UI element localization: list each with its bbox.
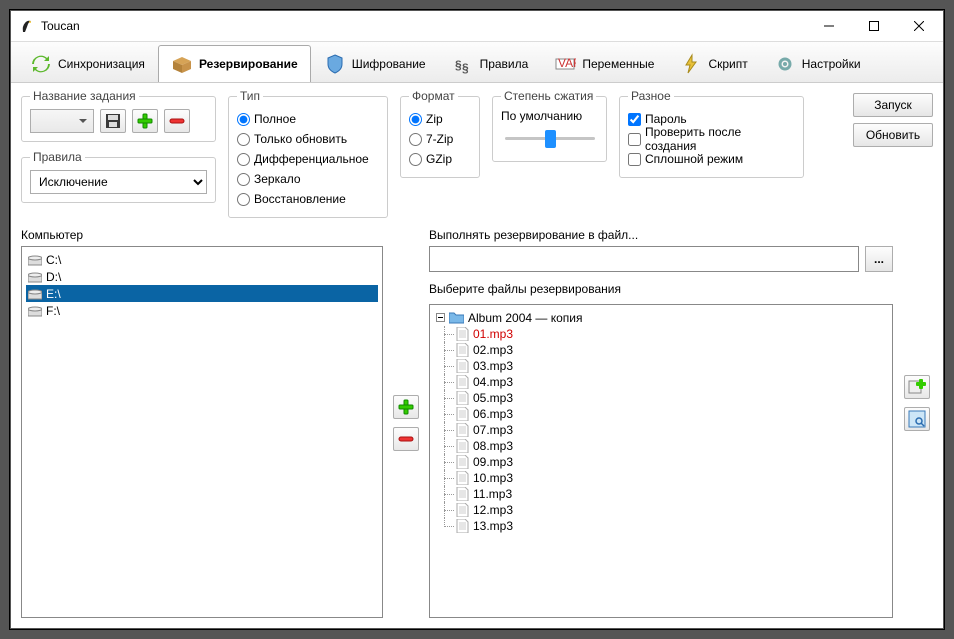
svg-text:§: § [455,58,462,72]
file-item[interactable]: 12.mp3 [436,502,886,518]
tab-label: Настройки [802,57,861,71]
file-item[interactable]: 10.mp3 [436,470,886,486]
tab-label: Синхронизация [58,57,145,71]
app-icon [19,18,35,34]
format-option[interactable]: 7-Zip [409,129,471,149]
drive-item[interactable]: E:\ [26,285,378,302]
drive-item[interactable]: C:\ [26,251,378,268]
rules-legend: Правила [30,150,85,164]
format-option[interactable]: GZip [409,149,471,169]
computer-label: Компьютер [21,228,383,242]
variable-icon: VAR: [554,53,576,75]
rules-group: Правила Исключение [21,150,216,203]
file-item[interactable]: 06.mp3 [436,406,886,422]
jobname-group: Название задания [21,89,216,142]
select-files-label: Выберите файлы резервирования [429,282,893,296]
remove-location-button[interactable] [393,427,419,451]
file-item[interactable]: 04.mp3 [436,374,886,390]
options-row: Название задания Правила Исключение Тип … [21,89,933,218]
collapse-icon[interactable] [436,313,445,322]
maximize-button[interactable] [851,12,896,40]
browse-button[interactable]: ... [865,246,893,272]
tab-label: Переменные [582,57,654,71]
compress-legend: Степень сжатия [501,89,596,103]
file-item[interactable]: 02.mp3 [436,342,886,358]
remove-job-button[interactable] [164,109,190,133]
type-option[interactable]: Дифференциальное [237,149,379,169]
app-window: Toucan Синхронизация Резервирование Шифр… [10,10,944,629]
box-icon [171,53,193,75]
format-group: Формат Zip 7-Zip GZip [400,89,480,178]
type-option[interactable]: Восстановление [237,189,379,209]
file-item[interactable]: 03.mp3 [436,358,886,374]
tab-backup[interactable]: Резервирование [158,45,311,82]
add-location-button[interactable] [393,395,419,419]
folder-name: Album 2004 — копия [468,311,582,325]
file-item[interactable]: 09.mp3 [436,454,886,470]
tab-rules[interactable]: §§ Правила [439,45,542,82]
type-option[interactable]: Полное [237,109,379,129]
svg-text:VAR:: VAR: [558,56,576,70]
title-bar: Toucan [11,11,943,41]
add-job-button[interactable] [132,109,158,133]
file-item[interactable]: 05.mp3 [436,390,886,406]
jobname-combo[interactable] [30,109,94,133]
content-area: Название задания Правила Исключение Тип … [11,83,943,628]
insert-variable-button[interactable] [904,375,930,399]
paragraph-icon: §§ [452,53,474,75]
compress-group: Степень сжатия По умолчанию [492,89,607,162]
misc-option[interactable]: Проверить после создания [628,129,795,149]
window-title: Toucan [41,19,806,33]
drive-item[interactable]: F:\ [26,302,378,319]
file-item[interactable]: 08.mp3 [436,438,886,454]
tab-label: Резервирование [199,57,298,71]
shield-icon [324,53,346,75]
folder-row: Album 2004 — копия [436,309,886,326]
file-item[interactable]: 11.mp3 [436,486,886,502]
misc-group: Разное Пароль Проверить после создания С… [619,89,804,178]
refresh-button[interactable]: Обновить [853,123,933,147]
main-toolbar: Синхронизация Резервирование Шифрование … [11,41,943,83]
sync-icon [30,53,52,75]
file-item[interactable]: 07.mp3 [436,422,886,438]
compress-value: По умолчанию [501,109,598,123]
misc-legend: Разное [628,89,674,103]
save-job-button[interactable] [100,109,126,133]
rules-select[interactable]: Исключение [30,170,207,194]
tab-variables[interactable]: VAR: Переменные [541,45,667,82]
type-option[interactable]: Зеркало [237,169,379,189]
bolt-icon [680,53,702,75]
tab-label: Шифрование [352,57,426,71]
tab-settings[interactable]: Настройки [761,45,874,82]
drive-tree[interactable]: C:\D:\E:\F:\ [21,246,383,618]
format-legend: Формат [409,89,458,103]
format-option[interactable]: Zip [409,109,471,129]
dest-input[interactable] [429,246,859,272]
tab-label: Правила [480,57,529,71]
dest-label: Выполнять резервирование в файл... [429,228,893,242]
minimize-button[interactable] [806,12,851,40]
file-item[interactable]: 01.mp3 [436,326,886,342]
drive-item[interactable]: D:\ [26,268,378,285]
compress-slider[interactable] [505,137,595,140]
type-option[interactable]: Только обновить [237,129,379,149]
file-item[interactable]: 13.mp3 [436,518,886,534]
folder-icon [449,311,464,324]
tab-secure[interactable]: Шифрование [311,45,439,82]
tab-script[interactable]: Скрипт [667,45,760,82]
tab-label: Скрипт [708,57,747,71]
svg-text:§: § [462,61,469,75]
jobname-legend: Название задания [30,89,139,103]
tab-sync[interactable]: Синхронизация [17,45,158,82]
file-tree[interactable]: Album 2004 — копия 01.mp302.mp303.mp304.… [429,304,893,618]
gear-icon [774,53,796,75]
run-button[interactable]: Запуск [853,93,933,117]
type-group: Тип Полное Только обновить Дифференциаль… [228,89,388,218]
expand-button[interactable] [904,407,930,431]
type-legend: Тип [237,89,263,103]
close-button[interactable] [896,12,941,40]
